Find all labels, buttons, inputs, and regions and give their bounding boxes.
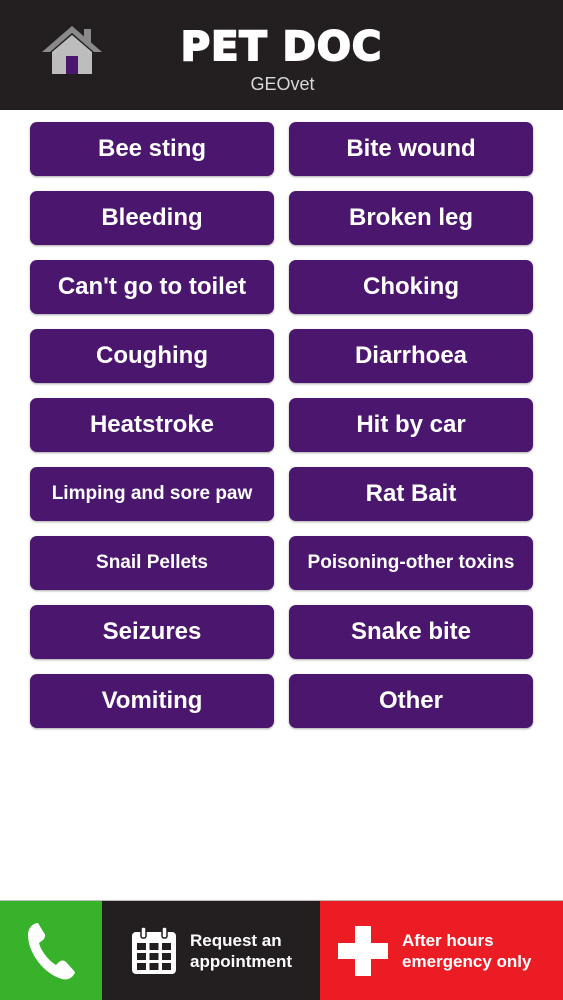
after-hours-emergency-button[interactable]: After hours emergency only [320, 901, 563, 1000]
app-subtitle: GEOvet [250, 74, 315, 94]
symptom-button-limping-and-sore-paw[interactable]: Limping and sore paw [30, 467, 274, 521]
footer-bar: Request an appointment After hours emerg… [0, 900, 563, 1000]
symptom-button-rat-bait[interactable]: Rat Bait [289, 467, 533, 521]
phone-icon [28, 923, 75, 980]
symptom-button-choking[interactable]: Choking [289, 260, 533, 314]
request-appointment-button[interactable]: Request an appointment [102, 901, 320, 1000]
calendar-icon [132, 926, 176, 974]
medical-cross-icon [338, 926, 388, 976]
symptom-button-diarrhoea[interactable]: Diarrhoea [289, 329, 533, 383]
request-appointment-label: Request an appointment [190, 931, 292, 971]
app-header: PET DOC GEOvet [0, 0, 563, 110]
symptom-button-poisoning-other-toxins[interactable]: Poisoning-other toxins [289, 536, 533, 590]
symptom-button-cant-go-to-toilet[interactable]: Can't go to toilet [30, 260, 274, 314]
symptom-button-heatstroke[interactable]: Heatstroke [30, 398, 274, 452]
symptom-button-hit-by-car[interactable]: Hit by car [289, 398, 533, 452]
after-hours-emergency-label: After hours emergency only [402, 931, 532, 971]
symptom-button-snail-pellets[interactable]: Snail Pellets [30, 536, 274, 590]
symptom-grid: Bee sting Bite wound Bleeding Broken leg… [30, 122, 533, 728]
symptom-button-bleeding[interactable]: Bleeding [30, 191, 274, 245]
symptom-button-other[interactable]: Other [289, 674, 533, 728]
symptom-button-broken-leg[interactable]: Broken leg [289, 191, 533, 245]
symptom-button-bee-sting[interactable]: Bee sting [30, 122, 274, 176]
symptom-button-seizures[interactable]: Seizures [30, 605, 274, 659]
brand: PET DOC GEOvet [0, 22, 563, 94]
symptom-button-bite-wound[interactable]: Bite wound [289, 122, 533, 176]
symptom-button-vomiting[interactable]: Vomiting [30, 674, 274, 728]
symptom-button-coughing[interactable]: Coughing [30, 329, 274, 383]
symptom-button-snake-bite[interactable]: Snake bite [289, 605, 533, 659]
call-button[interactable] [0, 901, 102, 1000]
app-title: PET DOC [180, 23, 383, 71]
